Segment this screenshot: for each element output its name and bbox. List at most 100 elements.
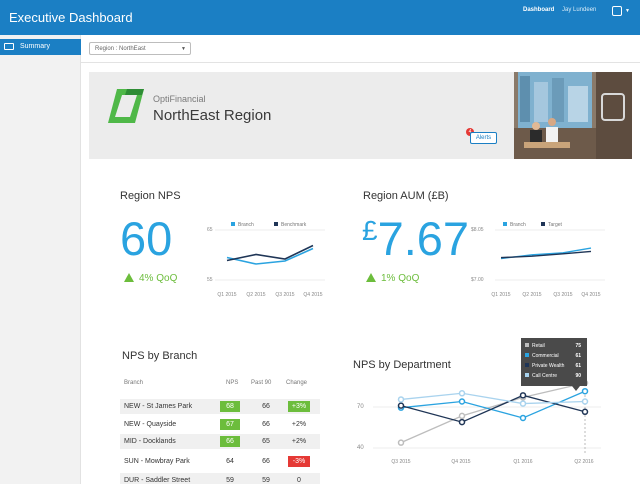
series-line-call-centre [400,392,586,405]
region-nps-change: 4% QoQ [124,273,177,284]
past-90-cell: 66 [262,403,270,410]
region-aum-change: 1% QoQ [366,273,419,284]
y-tick-label: 55 [207,277,213,283]
region-nps-chart [215,229,325,281]
x-tick-label: Q3 2015 [391,459,411,465]
x-tick-label: Q4 2015 [303,292,323,298]
company-logo [108,89,144,123]
branch-name: DUR - Saddler Street [124,477,191,484]
region-nps-value: 60 [120,212,173,265]
branch-name: NEW - Quayside [124,421,177,428]
nps-by-department-title: NPS by Department [353,359,451,371]
x-tick-label: Q4 2015 [451,459,471,465]
data-point[interactable] [519,400,527,407]
past-90-cell: 66 [262,421,270,428]
change-cell: 0 [297,477,301,484]
change-cell: +2% [291,438,307,445]
region-aum-title: Region AUM (£B) [363,190,449,202]
user-avatar-icon[interactable] [612,6,622,16]
data-point[interactable] [397,396,405,403]
sidebar-item-label: Summary [20,43,50,50]
data-point[interactable] [458,412,466,420]
y-tick-label: $7.00 [471,277,484,283]
user-name[interactable]: Jay Lundeen [562,7,596,13]
currency-symbol: £ [362,215,378,246]
past-90-cell: 59 [262,477,270,484]
branch-name: SUN - Mowbray Park [124,458,190,465]
office-photo [514,72,632,159]
data-point[interactable] [397,402,405,409]
series-line-target [500,250,592,259]
tooltip-row: Call Centre 90 [525,373,585,379]
region-aum-chart [495,229,605,281]
data-point[interactable] [458,398,466,405]
table-row[interactable]: NEW - St James Park 68 66 +3% [120,399,320,414]
main-content: Region : NorthEast ▼ OptiFinancial North… [81,35,640,484]
region-heading: NorthEast Region [153,107,272,124]
data-point[interactable] [458,390,466,397]
y-tick-label: $8.05 [471,227,484,233]
change-cell: +2% [291,421,307,428]
nps-cell: 64 [226,458,234,465]
data-point[interactable] [397,439,405,446]
alerts-button[interactable]: Alerts [470,132,497,144]
tooltip-row: Commercial 61 [525,353,585,359]
data-point[interactable] [519,392,527,399]
table-row[interactable]: MID - Docklands 66 65 +2% [120,434,320,449]
column-header: Change [286,380,308,386]
chevron-down-icon: ▼ [181,46,186,52]
x-tick-label: Q1 2015 [491,292,511,298]
series-line-private-wealth [400,394,586,423]
data-point[interactable] [519,414,527,422]
change-cell: +3% [288,401,310,412]
top-bar: Executive Dashboard Dashboard Jay Lundee… [0,0,640,35]
column-header: Branch [124,380,144,386]
x-tick-label: Q2 2016 [574,459,594,465]
x-tick-label: Q1 2016 [513,459,533,465]
region-select[interactable]: Region : NorthEast ▼ [89,42,191,55]
branch-name: MID - Docklands [124,438,176,445]
tooltip-arrow [572,386,580,391]
past-90-cell: 65 [262,438,270,445]
region-aum-value: £7.67 [362,212,470,265]
data-point[interactable] [581,408,589,416]
change-cell: -3% [288,456,310,467]
table-row[interactable]: NEW - Quayside 67 66 +2% [120,417,320,432]
monitor-icon [4,43,14,50]
table-row[interactable]: SUN - Mowbray Park 64 66 -3% [120,454,320,469]
tooltip-row: Retail 75 [525,343,585,349]
x-tick-label: Q3 2015 [553,292,573,298]
past-90-cell: 66 [262,458,270,465]
x-tick-label: Q1 2015 [217,292,237,298]
y-tick-label: 65 [207,227,213,233]
company-name: OptiFinancial [153,94,206,104]
series-line-benchmark [226,244,314,262]
region-select-value: Region : NorthEast [95,46,146,52]
chevron-down-icon[interactable]: ▼ [625,8,630,14]
chart-tooltip: Retail 75 Commercial 61 Private Wealth 61 C… [521,338,587,391]
table-row[interactable]: DUR - Saddler Street 59 59 0 [120,473,320,484]
tooltip-row: Private Wealth 61 [525,363,585,369]
x-tick-label: Q3 2015 [275,292,295,298]
arrow-up-icon [124,273,134,282]
nps-cell: 59 [226,477,234,484]
sidebar-item-summary[interactable]: Summary [0,39,81,55]
column-header: Past 90 [251,380,272,386]
data-point[interactable] [581,387,589,395]
x-tick-label: Q2 2015 [246,292,266,298]
x-tick-label: Q4 2015 [581,292,601,298]
nps-cell: 67 [220,419,240,430]
nav-dashboard-link[interactable]: Dashboard [523,7,554,13]
data-point[interactable] [458,418,466,426]
column-header: NPS [226,380,239,386]
nps-cell: 66 [220,436,240,447]
region-banner: OptiFinancial NorthEast Region 4 Alerts [89,72,632,159]
nps-by-department-chart [373,379,601,455]
nps-by-branch-title: NPS by Branch [122,350,198,362]
data-point[interactable] [581,398,589,405]
arrow-up-icon [366,273,376,282]
y-tick-label: 40 [357,445,364,451]
nps-cell: 68 [220,401,240,412]
region-nps-title: Region NPS [120,190,181,202]
app-title: Executive Dashboard [9,10,133,25]
